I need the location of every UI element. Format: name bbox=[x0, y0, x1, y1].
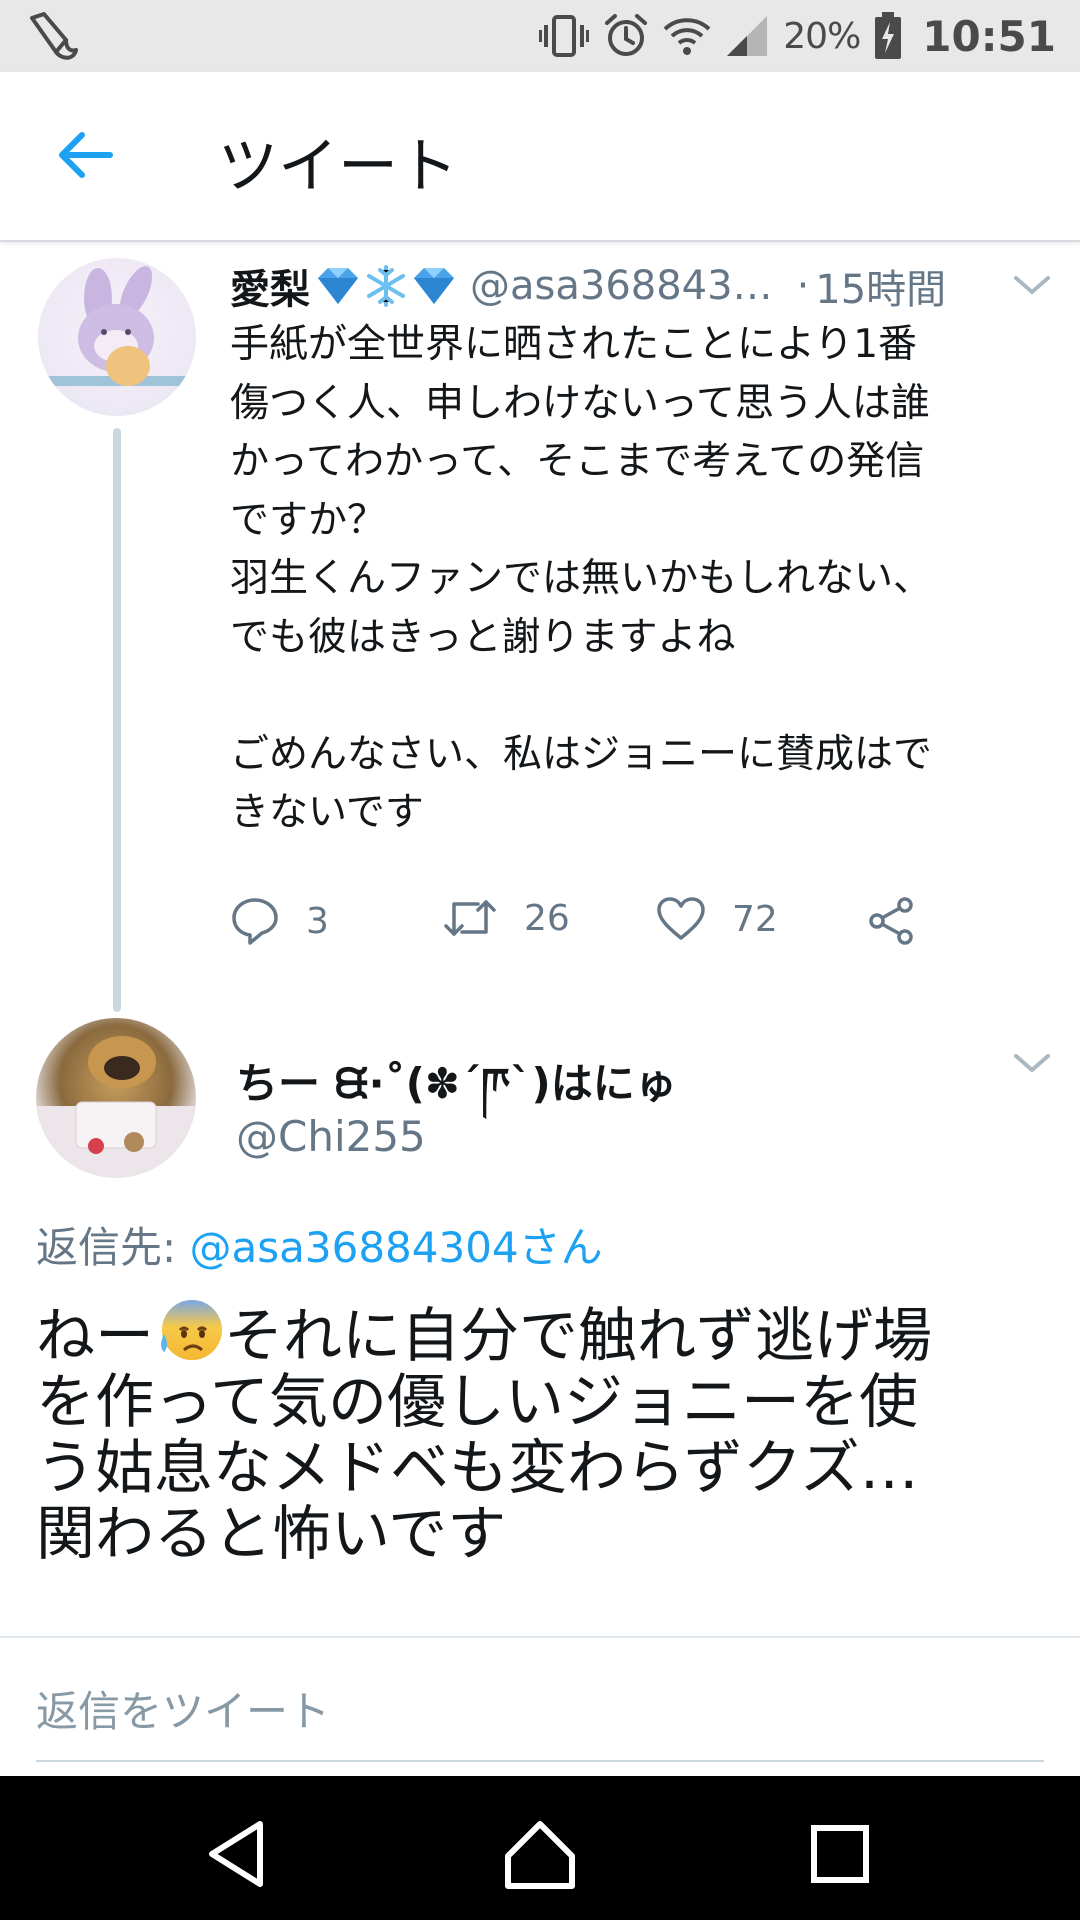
retweet-count: 26 bbox=[524, 897, 570, 939]
avatar-image bbox=[38, 266, 196, 386]
signal-icon bbox=[727, 16, 768, 56]
thread-line bbox=[113, 428, 121, 1012]
reply-to: 返信先: @asa36884304さん bbox=[36, 1214, 603, 1275]
wifi-icon bbox=[663, 18, 711, 55]
avatar[interactable] bbox=[36, 1018, 196, 1178]
reply-input-placeholder: 返信をツイート bbox=[36, 1686, 331, 1736]
battery-percent: 20% bbox=[783, 15, 861, 57]
navigation-bar bbox=[0, 1776, 1080, 1920]
display-name[interactable]: 愛梨 bbox=[230, 257, 310, 315]
battery-charging-icon bbox=[875, 12, 902, 59]
tweet-text-part: ねー bbox=[36, 1301, 155, 1370]
home-icon[interactable] bbox=[498, 1812, 582, 1896]
recents-icon[interactable] bbox=[798, 1812, 882, 1896]
gem-emoji bbox=[414, 268, 454, 304]
tweet-header: 愛梨 @asa368843… · 15時間 bbox=[230, 256, 946, 316]
tweet-text: ねー それに自分で触れず逃げ場 を作って気の優しいジョニーを使 う姑息なメドベも… bbox=[36, 1294, 1056, 1567]
reply-button[interactable]: 3 bbox=[230, 896, 329, 946]
share-button[interactable] bbox=[866, 896, 916, 946]
clock-time: 10:51 bbox=[922, 11, 1056, 61]
chevron-down-icon[interactable] bbox=[1012, 274, 1052, 298]
back-arrow-icon[interactable] bbox=[52, 120, 122, 190]
user-handle[interactable]: @Chi255 bbox=[236, 1112, 426, 1161]
avatar-image bbox=[36, 1036, 196, 1178]
retweet-button[interactable]: 26 bbox=[442, 896, 570, 940]
tweet-time[interactable]: 15時間 bbox=[815, 257, 946, 315]
status-bar: 20% 10:51 bbox=[0, 0, 1080, 72]
chevron-down-icon[interactable] bbox=[1012, 1052, 1052, 1076]
reply-input[interactable]: 返信をツイート bbox=[36, 1656, 1044, 1762]
snowflake-emoji bbox=[367, 265, 405, 307]
gem-emoji bbox=[318, 268, 358, 304]
tweet-actions: 3 26 72 bbox=[230, 896, 930, 956]
vibrate-icon bbox=[539, 15, 590, 57]
divider bbox=[0, 1636, 1080, 1638]
reply-icon bbox=[232, 898, 278, 945]
back-icon[interactable] bbox=[198, 1812, 282, 1896]
page-title: ツイート bbox=[218, 132, 458, 202]
like-button[interactable]: 72 bbox=[656, 896, 778, 942]
reply-to-label: 返信先: bbox=[36, 1223, 190, 1272]
status-icons: 20% 10:51 bbox=[539, 0, 1056, 72]
tweet-text: 手紙が全世界に晒されたことにより1番 傷つく人、申しわけないって思う人は誰 かっ… bbox=[230, 322, 933, 835]
like-count: 72 bbox=[732, 898, 778, 940]
retweet-icon bbox=[444, 900, 496, 936]
user-handle[interactable]: @asa368843… bbox=[470, 263, 773, 309]
alarm-icon bbox=[605, 14, 648, 56]
share-icon bbox=[869, 897, 913, 945]
notification-icon bbox=[30, 12, 78, 60]
name-emojis bbox=[316, 264, 456, 308]
reply-count: 3 bbox=[306, 900, 329, 942]
avatar[interactable] bbox=[38, 258, 196, 416]
anxious-face-with-sweat-emoji bbox=[161, 1300, 223, 1360]
app-bar: ツイート bbox=[0, 72, 1080, 242]
reply-to-handle[interactable]: @asa36884304さん bbox=[190, 1223, 603, 1272]
heart-icon bbox=[657, 897, 705, 940]
time-separator: · bbox=[796, 263, 810, 309]
